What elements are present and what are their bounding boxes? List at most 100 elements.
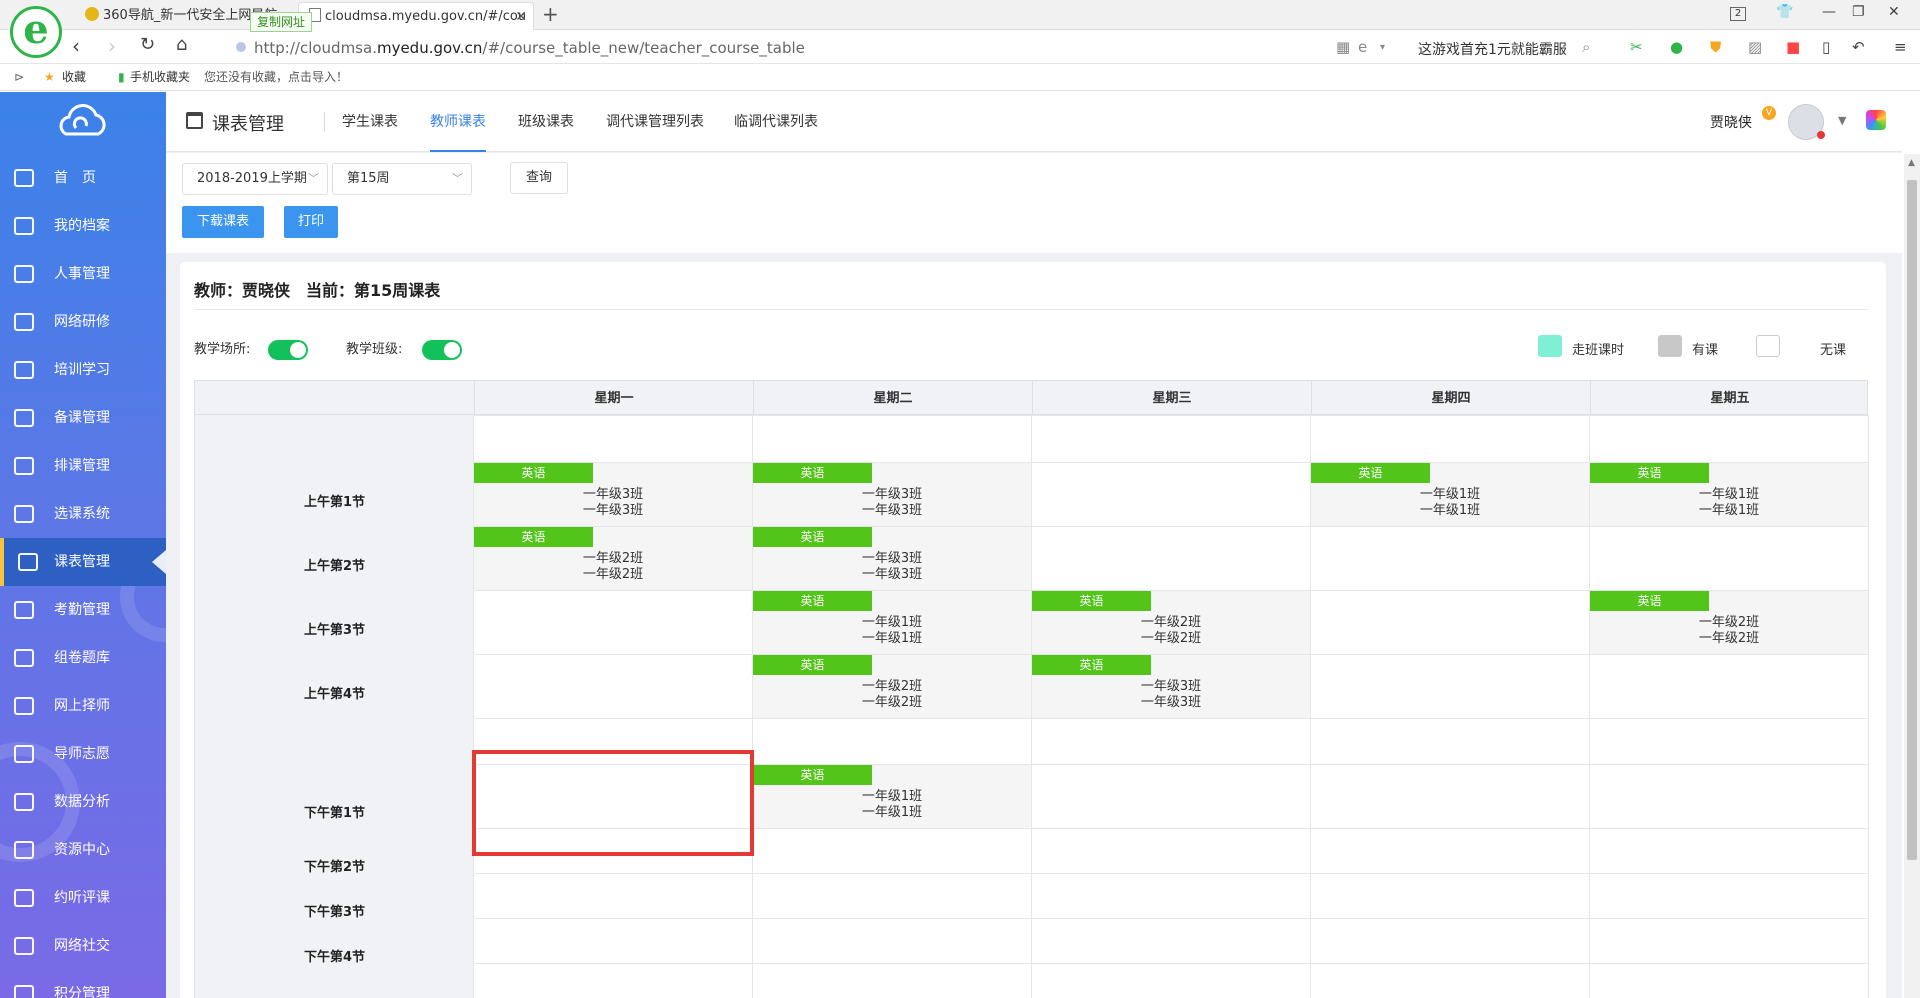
query-button[interactable]: 查询 — [510, 162, 568, 194]
url-field[interactable]: http://cloudmsa.myedu.gov.cn/#/course_ta… — [254, 39, 805, 57]
minimize-icon[interactable]: — — [1822, 4, 1836, 20]
scrollbar-thumb[interactable] — [1907, 180, 1917, 860]
print-button[interactable]: 打印 — [284, 206, 338, 238]
tab-count-badge[interactable]: 2 — [1730, 7, 1746, 21]
lesson-cell[interactable]: 英语 一年级2班 一年级2班 — [753, 655, 1031, 718]
restore-icon[interactable]: ❐ — [1852, 4, 1865, 20]
legend-swatch-free — [1756, 335, 1780, 357]
mobile-favorites-link[interactable]: 手机收藏夹 — [130, 64, 190, 91]
day-header: 星期四 — [1311, 381, 1590, 416]
lesson-cell[interactable]: 英语 一年级1班 一年级1班 — [1311, 463, 1589, 526]
forward-icon[interactable]: › — [108, 34, 116, 58]
nav-tab[interactable]: 班级课表 — [518, 92, 574, 152]
subject-tag: 英语 — [753, 765, 872, 785]
user-name[interactable]: 贾晓侠 — [1710, 112, 1752, 132]
close-tab-icon[interactable]: ✕ — [515, 3, 527, 30]
lesson-cell[interactable]: 英语 一年级1班 一年级1班 — [1590, 463, 1868, 526]
week-select[interactable]: 第15周 ﹀ — [332, 163, 472, 195]
compat-icon[interactable]: e — [1358, 38, 1367, 56]
sidebar-item[interactable]: 资源中心 — [0, 826, 166, 874]
nav-tab[interactable]: 教师课表 — [430, 92, 486, 152]
close-window-icon[interactable]: ✕ — [1888, 4, 1900, 20]
sidebar-toggle-icon[interactable]: ⊳ — [14, 64, 24, 91]
subject-tag: 英语 — [753, 527, 872, 547]
sidebar-item[interactable]: 数据分析 — [0, 778, 166, 826]
sidebar-item[interactable]: 排课管理 — [0, 442, 166, 490]
favorites-button[interactable]: 收藏 — [62, 64, 86, 91]
lesson-cell[interactable]: 英语 一年级3班 一年级3班 — [1032, 655, 1310, 718]
import-favorites-hint[interactable]: 您还没有收藏，点击导入！ — [204, 64, 348, 91]
refresh-icon[interactable]: ↻ — [140, 34, 155, 55]
sidebar-item[interactable]: 课表管理 — [0, 538, 166, 586]
class-toggle[interactable] — [422, 340, 462, 360]
nav-tab[interactable]: 学生课表 — [342, 92, 398, 152]
skin-icon[interactable]: 👕 — [1776, 4, 1793, 20]
scissors-icon[interactable]: ✂ — [1630, 38, 1643, 56]
panel-heading: 教师：贾晓侠 当前：第15周课表 — [194, 272, 1868, 310]
lesson-cell[interactable]: 英语 一年级3班 一年级3班 — [753, 463, 1031, 526]
sidebar-item-label: 导师志愿 — [54, 746, 110, 762]
sidebar-item[interactable]: 考勤管理 — [0, 586, 166, 634]
lesson-cell[interactable]: 英语 一年级3班 一年级3班 — [753, 527, 1031, 590]
lesson-cell[interactable]: 英语 一年级2班 一年级2班 — [1590, 591, 1868, 654]
copy-url-tooltip[interactable]: 复制网址 — [250, 12, 313, 32]
subject-tag: 英语 — [1032, 655, 1151, 675]
menu-item-icon — [14, 937, 34, 955]
menu-icon[interactable]: ≡ — [1894, 38, 1907, 56]
sidebar-item[interactable]: 网络研修 — [0, 298, 166, 346]
place-toggle[interactable] — [268, 340, 308, 360]
browser-logo-icon[interactable]: e — [10, 6, 62, 58]
chevron-down-icon[interactable]: ▾ — [1380, 42, 1385, 53]
sidebar-item[interactable]: 培训学习 — [0, 346, 166, 394]
cloud-logo-icon[interactable] — [52, 102, 112, 142]
class-name: 一年级1班 — [861, 631, 923, 646]
sidebar-item[interactable]: 人事管理 — [0, 250, 166, 298]
sidebar-item-label: 排课管理 — [54, 458, 110, 474]
browser-tab-active[interactable]: cloudmsa.myedu.gov.cn/#/cou ✕ — [298, 2, 534, 30]
avatar[interactable] — [1788, 104, 1825, 140]
sidebar-item[interactable]: 网上择师 — [0, 682, 166, 730]
phone-icon[interactable]: ▯ — [1822, 38, 1830, 56]
sidebar-item[interactable]: 首 页 — [0, 154, 166, 202]
sidebar-item[interactable]: 积分管理 — [0, 970, 166, 998]
lesson-cell[interactable]: 英语 一年级3班 一年级3班 — [474, 463, 752, 526]
nav-tab[interactable]: 临调代课列表 — [734, 92, 818, 152]
sidebar-item[interactable]: 备课管理 — [0, 394, 166, 442]
new-tab-button[interactable]: + — [542, 2, 559, 26]
shield-icon[interactable]: ⛊ — [1710, 38, 1721, 56]
class-name: 一年级3班 — [861, 503, 923, 518]
home-icon[interactable]: ⌂ — [176, 34, 187, 55]
sidebar-item[interactable]: 导师志愿 — [0, 730, 166, 778]
download-timetable-button[interactable]: 下载课表 — [182, 206, 264, 238]
term-select[interactable]: 2018-2019上学期 ﹀ — [182, 163, 328, 195]
apps-icon[interactable]: ■ — [1786, 38, 1800, 56]
sidebar-item[interactable]: 我的档案 — [0, 202, 166, 250]
search-icon[interactable]: ⌕ — [1582, 38, 1590, 56]
promo-link[interactable]: 这游戏首充1元就能霸服 — [1418, 39, 1567, 59]
subject-tag: 英语 — [1032, 591, 1151, 611]
lesson-cell[interactable]: 英语 一年级1班 一年级1班 — [753, 765, 1031, 828]
chevron-down-icon: ﹀ — [308, 172, 319, 185]
chevron-up-icon[interactable]: ▲ — [1908, 158, 1915, 168]
sidebar-item[interactable]: 组卷题库 — [0, 634, 166, 682]
lesson-cell[interactable]: 英语 一年级1班 一年级1班 — [753, 591, 1031, 654]
sidebar-item[interactable]: 选课系统 — [0, 490, 166, 538]
page-scrollbar[interactable]: ▲ — [1904, 154, 1920, 998]
lesson-cell[interactable]: 英语 一年级2班 一年级2班 — [1032, 591, 1310, 654]
qr-icon[interactable]: ▦ — [1336, 38, 1350, 56]
sidebar-item[interactable]: 网络社交 — [0, 922, 166, 970]
back-icon[interactable]: ‹ — [72, 34, 80, 58]
lesson-cell[interactable]: 英语 一年级2班 一年级2班 — [474, 527, 752, 590]
undo-icon[interactable]: ↶ — [1852, 38, 1865, 56]
nav-tab[interactable]: 调代课管理列表 — [606, 92, 704, 152]
day-header: 星期五 — [1590, 381, 1869, 416]
theme-icon[interactable] — [1866, 110, 1886, 130]
image-icon[interactable]: ▨ — [1748, 38, 1762, 56]
chevron-down-icon[interactable]: ▼ — [1838, 114, 1846, 127]
menu-item-icon — [14, 793, 34, 811]
course-icon[interactable]: ● — [1670, 38, 1683, 56]
sidebar-item[interactable]: 约听评课 — [0, 874, 166, 922]
class-name: 一年级2班 — [582, 551, 644, 566]
class-name: 一年级3班 — [1140, 679, 1202, 694]
period-label: 下午第3节 — [303, 905, 366, 920]
